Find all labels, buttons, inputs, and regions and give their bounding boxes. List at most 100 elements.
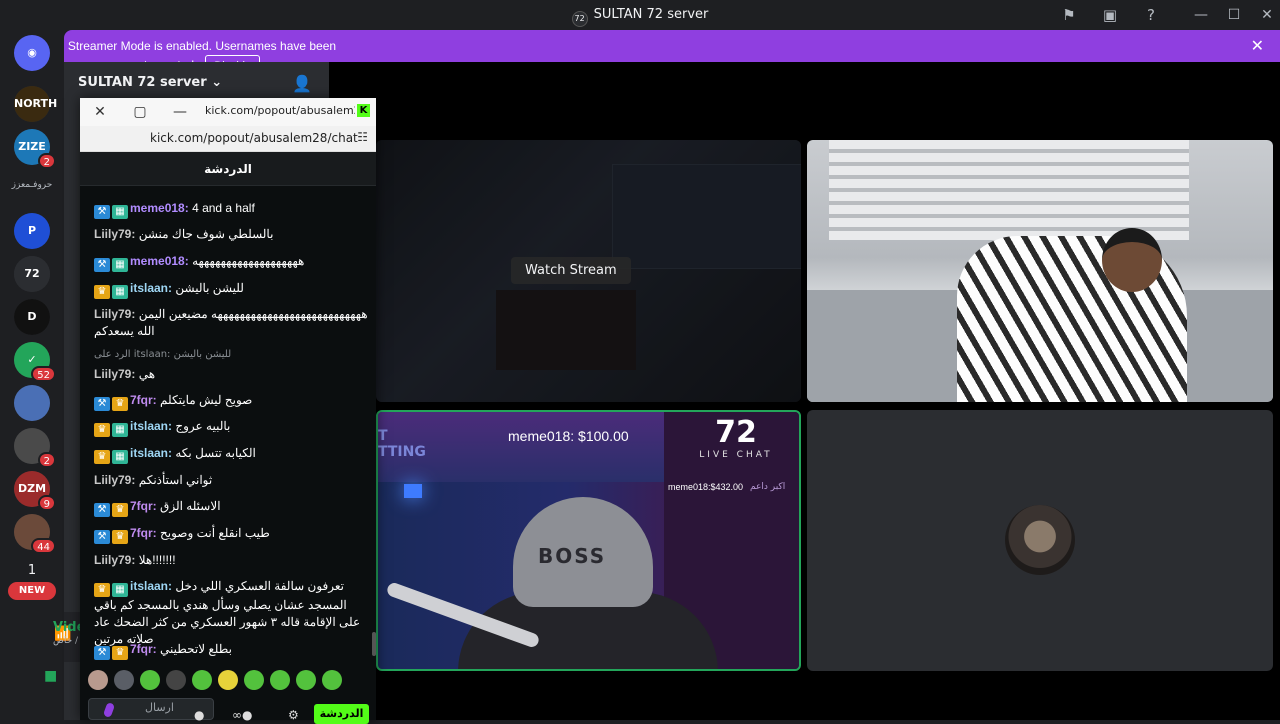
close-window-button[interactable]: ✕ xyxy=(1254,4,1280,26)
server-name: SULTAN 72 server xyxy=(78,75,207,90)
cap-logo-text: BOSS xyxy=(538,544,607,568)
chat-message: ♛ ▦ itslaan: الكيابه تتسل بكه xyxy=(94,445,370,464)
server-icon-label: 72 xyxy=(14,256,50,292)
emote-icon[interactable] xyxy=(244,670,264,690)
chat-username[interactable]: meme018: xyxy=(130,201,189,215)
server-icon-label xyxy=(14,385,50,421)
maximize-popout-icon[interactable]: ▢ xyxy=(130,102,150,122)
mod-badge-icon: ⚒ xyxy=(94,503,110,517)
new-badge[interactable]: NEW xyxy=(8,582,56,600)
chat-message: ♛ ▦ itslaan: بالبيه عروج xyxy=(94,418,370,437)
server-icon[interactable]: 72 xyxy=(14,256,50,292)
video-tile-avatar[interactable] xyxy=(807,410,1273,671)
chat-username[interactable]: 7fqr: xyxy=(130,642,157,656)
popout-title-url: kick.com/popout/abusalem28... xyxy=(205,104,355,117)
minimize-popout-icon[interactable]: — xyxy=(170,102,190,122)
emote-bar xyxy=(86,668,376,692)
chat-message: Liily79: هلا!!!!!!! xyxy=(94,552,370,569)
chat-text: 4 and a half xyxy=(192,201,255,215)
emote-icon[interactable] xyxy=(114,670,134,690)
chat-message: Liily79: بالسلطي شوف جاك منشن xyxy=(94,226,370,243)
maximize-button[interactable]: ☐ xyxy=(1221,4,1247,26)
sub-badge-icon: ▦ xyxy=(112,205,128,219)
chat-username[interactable]: itslaan: xyxy=(130,446,172,460)
chat-scrollbar[interactable] xyxy=(372,632,376,656)
emote-icon[interactable] xyxy=(192,670,212,690)
top-donor-title: اكبر داعم xyxy=(750,482,786,492)
donation-alert: meme018: $100.00 xyxy=(508,428,629,444)
invite-people-icon[interactable]: 👤 xyxy=(292,74,312,93)
chat-username[interactable]: Liily79: xyxy=(94,367,135,381)
server-icon[interactable]: 2 xyxy=(14,428,56,468)
emote-icon[interactable] xyxy=(270,670,290,690)
chat-username[interactable]: meme018: xyxy=(130,254,189,268)
guild-number: 1 xyxy=(27,563,37,578)
vip-badge-icon: ♛ xyxy=(112,397,128,411)
mod-badge-icon: ⚒ xyxy=(94,646,110,660)
server-icon[interactable]: NORTH xyxy=(14,86,57,122)
inbox-icon[interactable]: ▣ xyxy=(1099,5,1121,25)
help-icon[interactable]: ? xyxy=(1140,5,1162,25)
vip-badge-icon: ♛ xyxy=(94,583,110,597)
chat-message: Liily79: هي xyxy=(94,366,370,383)
chat-username[interactable]: itslaan: xyxy=(130,579,172,593)
stream-tile-live[interactable]: T TTING BOSS meme018: $100.00 72 LIVE CHA… xyxy=(376,410,801,671)
camera-icon[interactable]: ■ xyxy=(44,668,57,684)
server-name-header[interactable]: SULTAN 72 server ⌄ xyxy=(78,75,222,90)
server-icon[interactable]: DZM 9 xyxy=(14,471,56,511)
person-head xyxy=(1102,228,1162,292)
server-icon[interactable]: 44 xyxy=(14,514,56,554)
server-icon[interactable]: D xyxy=(14,299,50,335)
server-icon-label: D xyxy=(14,299,50,335)
sub-badge-icon: ▦ xyxy=(112,583,128,597)
chat-text: صويح ليش مايتكلم xyxy=(160,393,253,407)
chat-username[interactable]: 7fqr: xyxy=(130,393,157,407)
chat-text: الاسئله الزق xyxy=(160,499,221,513)
chat-username[interactable]: Liily79: xyxy=(94,553,135,567)
site-settings-icon[interactable]: ☷ xyxy=(357,130,368,144)
top-donor: meme018:$432.00 xyxy=(668,482,744,492)
chat-username[interactable]: 7fqr: xyxy=(130,499,157,513)
emote-icon[interactable] xyxy=(218,670,238,690)
chat-text: طيب انقلع أنت وصويح xyxy=(160,526,270,540)
chat-text: هههههههههههههههههههه xyxy=(192,254,305,268)
server-icon[interactable]: P xyxy=(14,213,50,249)
chat-message: ⚒ ▦ meme018: 4 and a half xyxy=(94,200,370,219)
server-icon[interactable] xyxy=(14,385,50,421)
chat-username[interactable]: itslaan: xyxy=(130,281,172,295)
emote-icon[interactable] xyxy=(322,670,342,690)
chat-message: ⚒ ♛ 7fqr: صويح ليش مايتكلم xyxy=(94,392,370,411)
chat-username[interactable]: Liily79: xyxy=(94,473,135,487)
flag-icon[interactable]: ⚑ xyxy=(1058,5,1080,25)
emote-icon[interactable] xyxy=(296,670,316,690)
emote-icon[interactable] xyxy=(88,670,108,690)
close-banner-icon[interactable]: ✕ xyxy=(1251,36,1264,55)
vip-badge-icon: ♛ xyxy=(112,530,128,544)
chat-text: ثواني استأذنكم xyxy=(138,473,213,487)
kick-chat-popout: ✕ ▢ — kick.com/popout/abusalem28... K ki… xyxy=(80,98,376,724)
minimize-button[interactable]: — xyxy=(1188,4,1214,26)
mention-badge: 44 xyxy=(31,538,56,554)
send-chat-button[interactable]: الدردشة xyxy=(314,704,369,724)
discord-home-button[interactable]: ◉ xyxy=(14,35,50,71)
server-logo-icon: 72 xyxy=(571,11,588,27)
chat-message: ⚒ ▦ meme018: هههههههههههههههههههه xyxy=(94,253,370,272)
chat-username[interactable]: itslaan: xyxy=(130,419,172,433)
chat-username[interactable]: Liily79: xyxy=(94,227,135,241)
address-url[interactable]: kick.com/popout/abusalem28/chat xyxy=(150,131,358,145)
voice-sub: خاص / xyxy=(53,636,79,646)
video-tile-camera[interactable] xyxy=(807,140,1273,402)
server-icon[interactable]: ZIZE 2 xyxy=(14,129,56,169)
chat-message: ⚒ ♛ 7fqr: طيب انقلع أنت وصويح xyxy=(94,525,370,544)
chat-username[interactable]: Liily79: xyxy=(94,307,135,321)
kick-logo-icon: K xyxy=(357,104,370,117)
close-popout-icon[interactable]: ✕ xyxy=(90,102,110,122)
watch-stream-button[interactable]: Watch Stream xyxy=(511,257,631,284)
chevron-down-icon: ⌄ xyxy=(211,75,223,90)
chat-username[interactable]: 7fqr: xyxy=(130,526,157,540)
server-icon[interactable]: ✓ 52 xyxy=(14,342,56,382)
window-title: 72 SULTAN 72 server xyxy=(0,7,1280,27)
emote-icon[interactable] xyxy=(166,670,186,690)
chat-text: بالبيه عروج xyxy=(175,419,231,433)
emote-icon[interactable] xyxy=(140,670,160,690)
